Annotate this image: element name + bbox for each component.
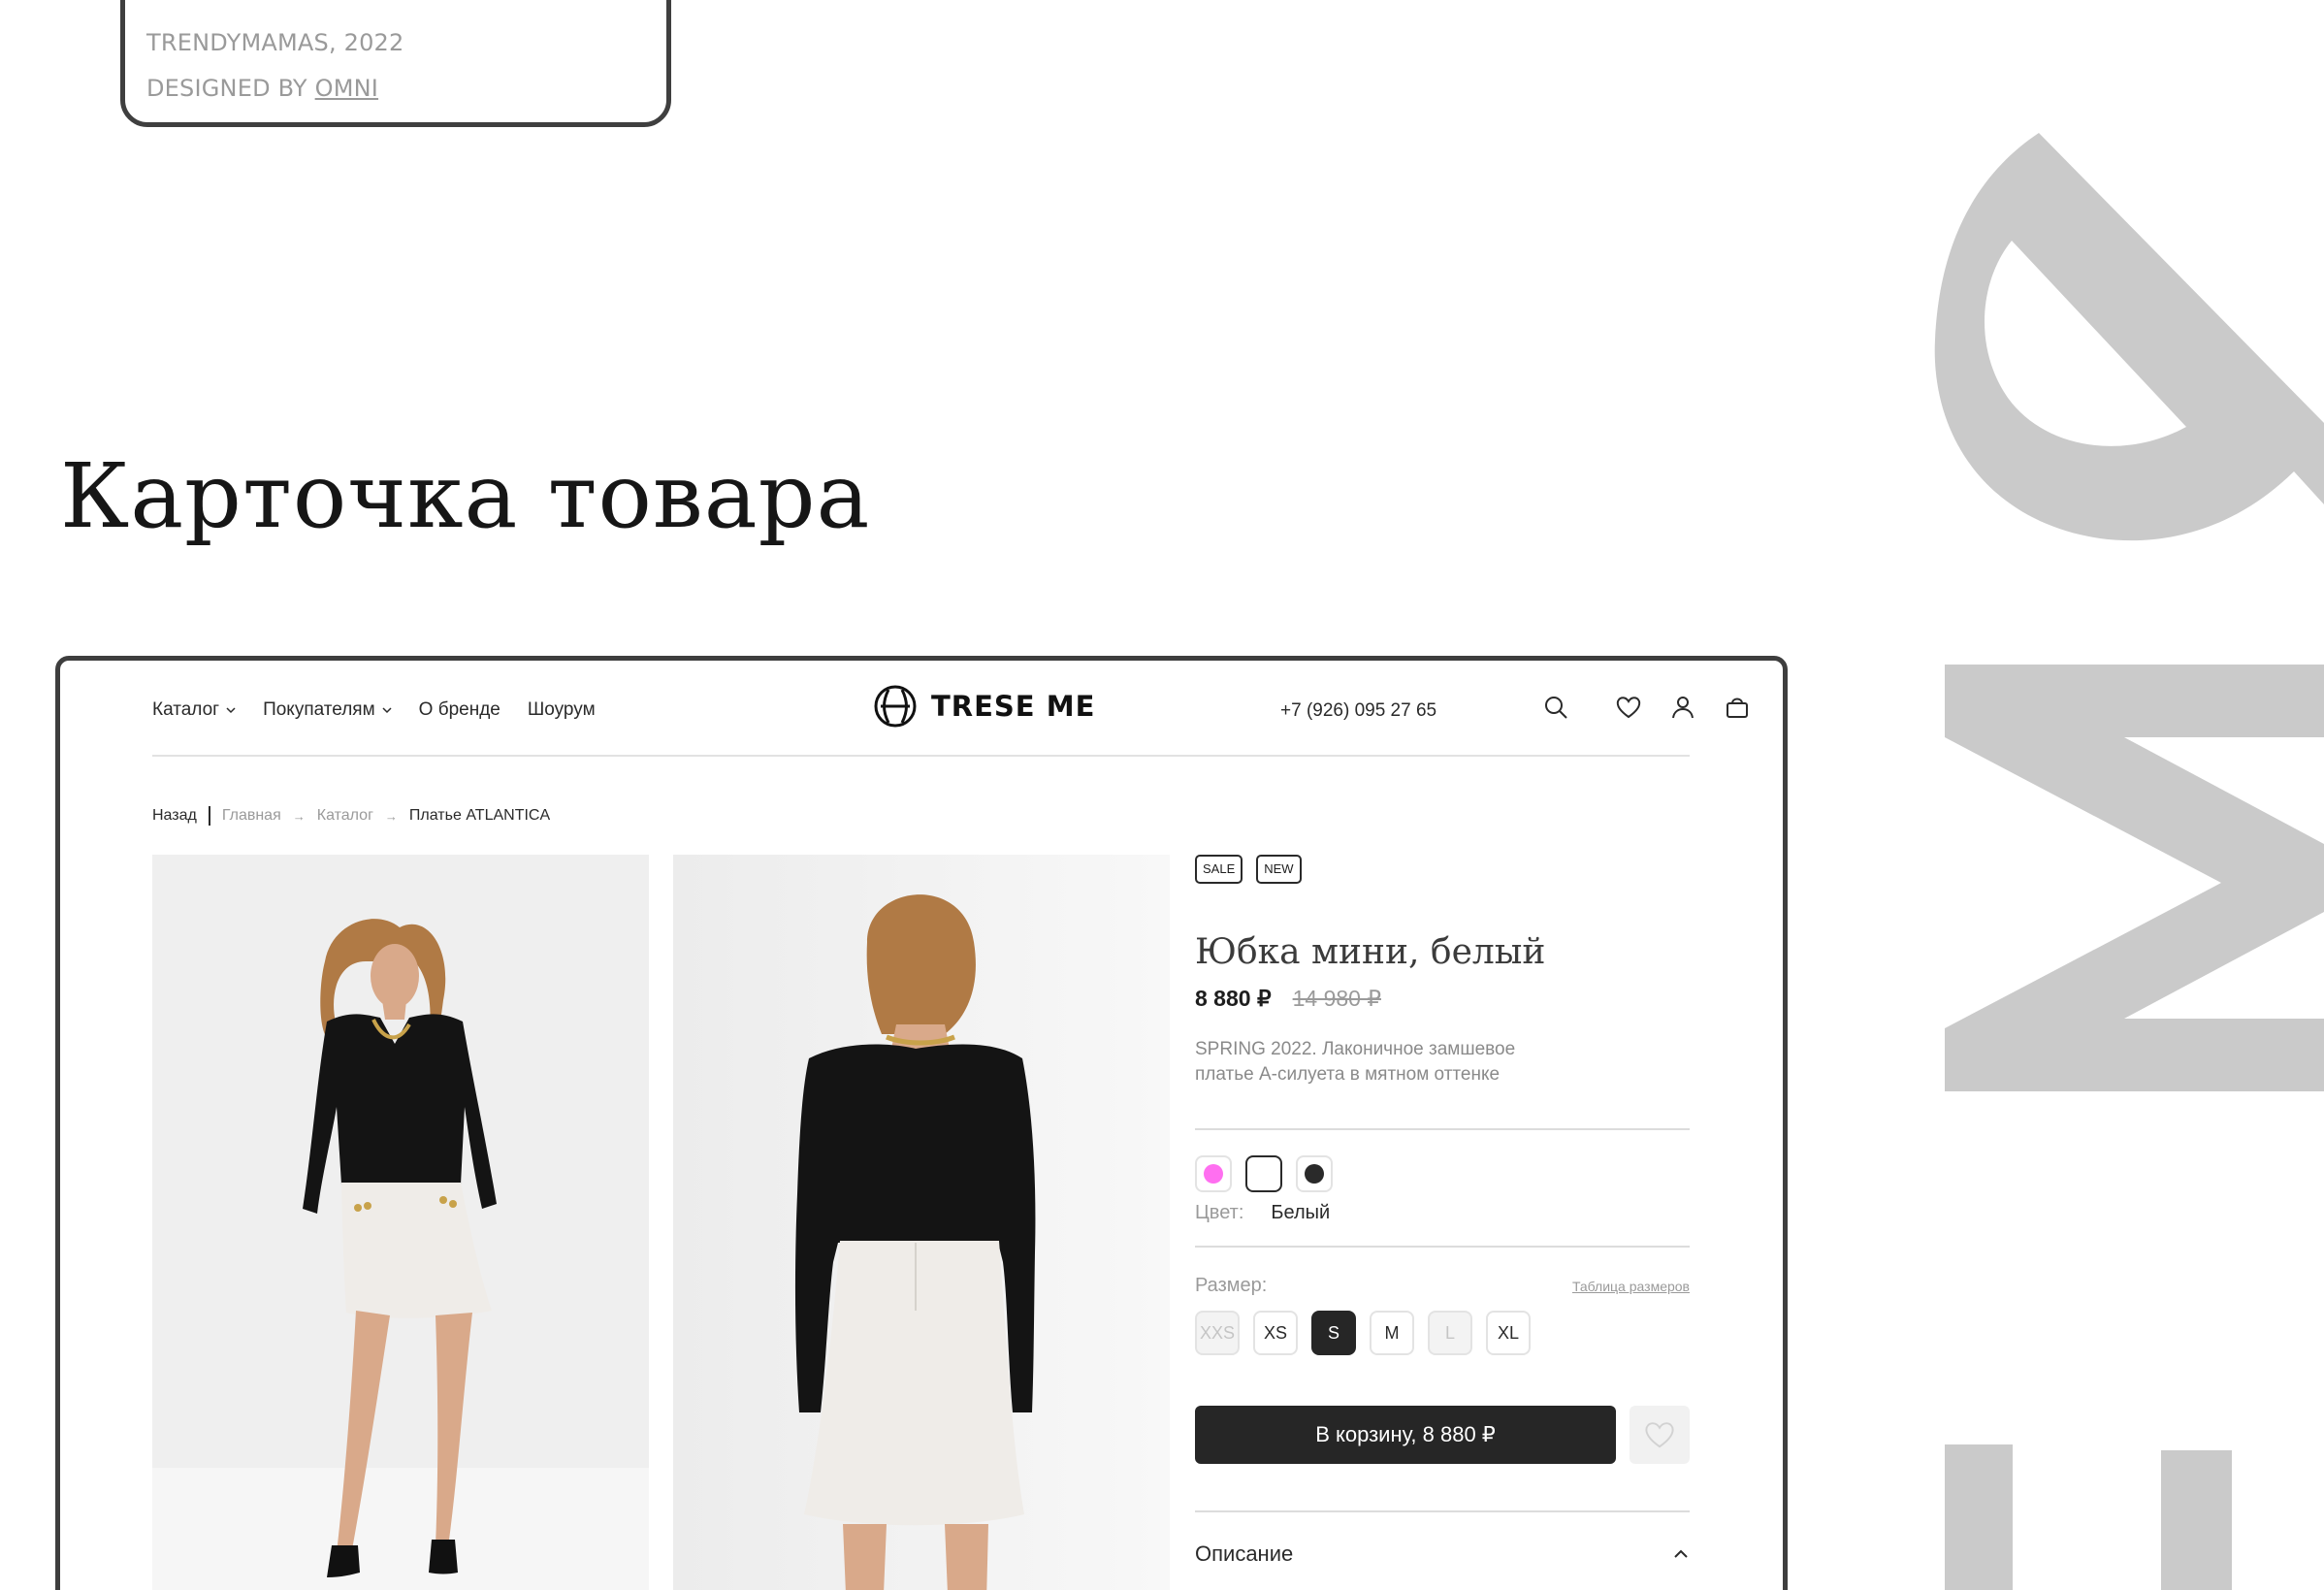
accordion-label: Описание	[1195, 1541, 1294, 1566]
chevron-up-icon	[1674, 1549, 1688, 1558]
nav-customers-label: Покупателям	[263, 699, 375, 720]
color-swatch-white[interactable]	[1245, 1155, 1282, 1192]
breadcrumb: Назад Главная → Каталог → Платье ATLANTI…	[152, 806, 550, 826]
product-photo-front[interactable]	[152, 855, 649, 1590]
logo-mark-icon	[874, 685, 917, 728]
phone-number[interactable]: +7 (926) 095 27 65	[1280, 700, 1436, 722]
size-label: Размер:	[1195, 1275, 1268, 1296]
selected-color: Цвет: Белый	[1195, 1202, 1690, 1224]
size-l[interactable]: L	[1428, 1311, 1472, 1355]
credits-year: TRENDYMAMAS, 2022	[146, 29, 404, 56]
breadcrumb-home[interactable]: Главная	[222, 807, 281, 825]
size-m[interactable]: M	[1370, 1311, 1414, 1355]
color-options	[1195, 1155, 1690, 1192]
search-icon[interactable]	[1542, 694, 1569, 721]
size-xxs[interactable]: XXS	[1195, 1311, 1240, 1355]
omni-link[interactable]: OMNI	[315, 75, 378, 102]
new-badge: NEW	[1256, 855, 1302, 884]
deco-bar-2	[2161, 1450, 2232, 1590]
model-back-illustration	[794, 894, 1036, 1590]
nav-about[interactable]: О бренде	[419, 699, 500, 721]
product-page-mockup: Каталог Покупателям О бренде Шоурум TRES…	[55, 656, 1788, 1590]
logo-text: TRESE ME	[931, 690, 1096, 723]
heart-icon[interactable]	[1615, 694, 1642, 721]
size-s[interactable]: S	[1311, 1311, 1356, 1355]
current-price: 8 880 ₽	[1195, 986, 1272, 1011]
old-price: 14 980 ₽	[1292, 986, 1381, 1011]
divider	[1195, 1128, 1690, 1130]
breadcrumb-back[interactable]: Назад	[152, 806, 210, 826]
nav-showroom[interactable]: Шоурум	[528, 699, 596, 721]
deco-m-shape	[1945, 665, 2324, 1091]
site-header: Каталог Покупателям О бренде Шоурум TRES…	[152, 661, 1748, 757]
main-nav: Каталог Покупателям О бренде Шоурум	[152, 699, 596, 721]
heart-icon	[1645, 1422, 1674, 1448]
model-front-illustration	[303, 919, 497, 1577]
size-xl[interactable]: XL	[1486, 1311, 1531, 1355]
decorative-letters	[1934, 133, 2324, 1590]
section-title: Карточка товара	[60, 444, 871, 548]
nav-about-label: О бренде	[418, 699, 500, 720]
color-label: Цвет:	[1195, 1202, 1244, 1223]
size-options: XXS XS S M L XL	[1195, 1311, 1690, 1355]
brand-logo[interactable]: TRESE ME	[873, 684, 1095, 729]
purchase-actions: В корзину, 8 880 ₽	[1195, 1406, 1690, 1464]
chevron-down-icon	[382, 707, 392, 714]
color-dot-pink	[1204, 1164, 1223, 1184]
credits-designer: DESIGNED BY OMNI	[146, 75, 378, 102]
product-badges: SALE NEW	[1195, 855, 1690, 884]
product-title: Юбка мини, белый	[1195, 932, 1546, 972]
description-accordion[interactable]: Описание	[1195, 1541, 1690, 1567]
user-icon[interactable]	[1669, 694, 1696, 721]
divider	[1195, 1510, 1690, 1512]
credits-prefix: DESIGNED BY	[146, 75, 315, 102]
color-value: Белый	[1271, 1202, 1331, 1223]
chevron-down-icon	[226, 707, 236, 714]
breadcrumb-catalog[interactable]: Каталог	[317, 807, 373, 825]
credits-card: TRENDYMAMAS, 2022 DESIGNED BY OMNI	[120, 0, 671, 127]
color-swatch-pink[interactable]	[1195, 1155, 1232, 1192]
product-details: SALE NEW Юбка мини, белый 8 880 ₽ 14 980…	[1195, 855, 1690, 1567]
nav-customers[interactable]: Покупателям	[263, 699, 392, 721]
nav-catalog-label: Каталог	[152, 699, 220, 720]
nav-showroom-label: Шоурум	[527, 699, 596, 720]
product-description: SPRING 2022. Лаконичное замшевое платье …	[1195, 1039, 1516, 1085]
size-header: Размер: Таблица размеров	[1195, 1275, 1690, 1297]
price-block: 8 880 ₽ 14 980 ₽	[1195, 986, 1690, 1012]
size-table-link[interactable]: Таблица размеров	[1572, 1279, 1690, 1294]
add-to-cart-button[interactable]: В корзину, 8 880 ₽	[1195, 1406, 1616, 1464]
arrow-right-icon: →	[384, 808, 398, 824]
color-swatch-black[interactable]	[1296, 1155, 1333, 1192]
product-photo-back[interactable]	[673, 855, 1170, 1590]
color-dot-black	[1305, 1164, 1324, 1184]
nav-catalog[interactable]: Каталог	[152, 699, 236, 721]
divider	[1195, 1246, 1690, 1248]
add-to-favorites-button[interactable]	[1630, 1406, 1690, 1464]
sale-badge: SALE	[1195, 855, 1243, 884]
deco-bar-1	[1945, 1444, 2013, 1590]
breadcrumb-current: Платье ATLANTICA	[408, 807, 551, 824]
size-xs[interactable]: XS	[1253, 1311, 1298, 1355]
bag-icon[interactable]	[1724, 694, 1751, 721]
arrow-right-icon: →	[292, 808, 306, 824]
